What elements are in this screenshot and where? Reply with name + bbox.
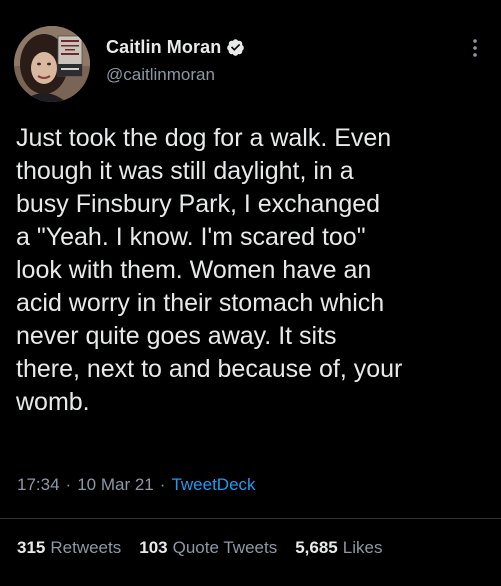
quote-tweets-count: 103 (139, 538, 168, 557)
author-handle[interactable]: @caitlinmoran (106, 65, 245, 85)
tweet-stats: 315 Retweets 103 Quote Tweets 5,685 Like… (17, 538, 400, 558)
author-display-name[interactable]: Caitlin Moran (106, 37, 221, 58)
author-name-row: Caitlin Moran (106, 35, 245, 59)
meta-separator: · (159, 475, 166, 494)
tweet-source-link[interactable]: TweetDeck (171, 475, 255, 495)
retweets-stat[interactable]: 315 Retweets (17, 538, 121, 558)
likes-label: Likes (342, 538, 383, 557)
quote-tweets-stat[interactable]: 103 Quote Tweets (139, 538, 277, 558)
tweet-header: Caitlin Moran @caitlinmoran (14, 26, 487, 102)
more-options-icon[interactable] (469, 36, 481, 60)
avatar[interactable] (14, 26, 90, 102)
retweets-count: 315 (17, 538, 46, 557)
quote-tweets-label: Quote Tweets (172, 538, 278, 557)
tweet-card: Caitlin Moran @caitlinmoran Just took th… (0, 0, 501, 586)
author-info: Caitlin Moran @caitlinmoran (106, 35, 245, 85)
tweet-time[interactable]: 17:34 (17, 475, 60, 495)
tweet-text: Just took the dog for a walk. Even thoug… (16, 124, 403, 416)
divider (0, 518, 501, 519)
tweet-date[interactable]: 10 Mar 21 (77, 475, 154, 495)
likes-count: 5,685 (295, 538, 338, 557)
likes-stat[interactable]: 5,685 Likes (295, 538, 382, 558)
retweets-label: Retweets (50, 538, 122, 557)
avatar-image (14, 26, 90, 102)
tweet-meta: 17:34 · 10 Mar 21 · TweetDeck (17, 475, 256, 495)
meta-separator: · (65, 475, 72, 494)
verified-badge-icon (226, 38, 245, 57)
